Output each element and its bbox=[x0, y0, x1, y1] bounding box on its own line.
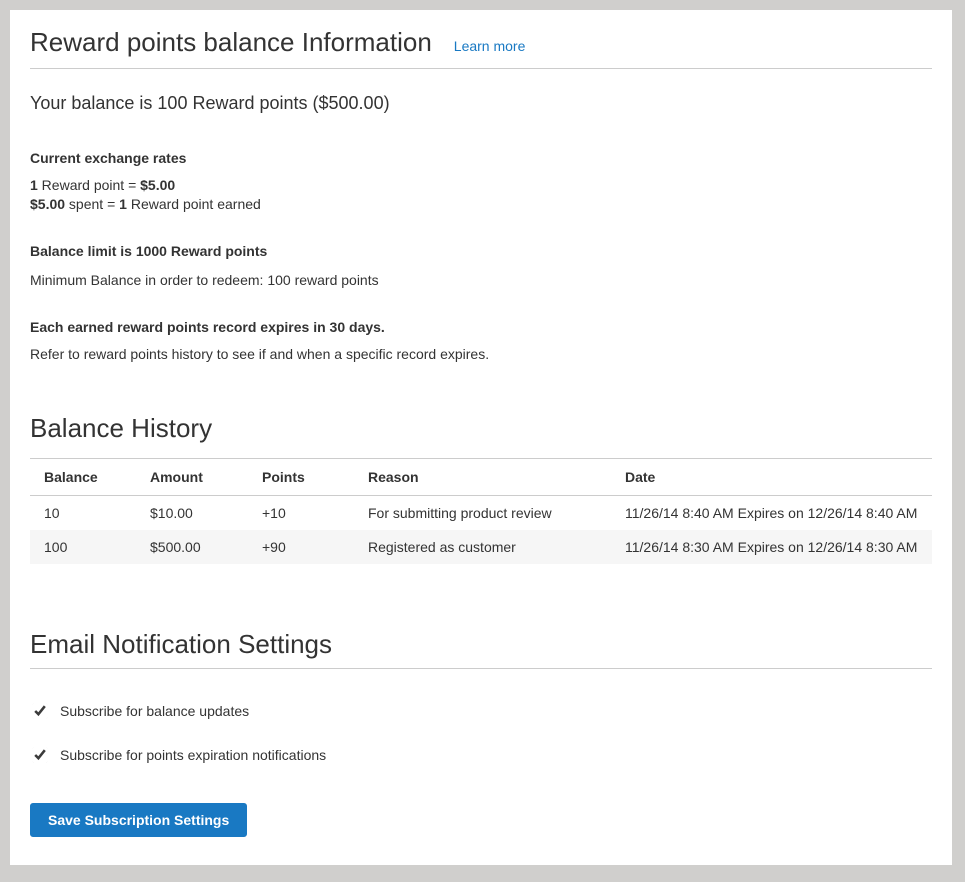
column-header-amount: Amount bbox=[136, 459, 248, 496]
page-header: Reward points balance Information Learn … bbox=[30, 26, 932, 58]
exchange-line2-bold2: 1 bbox=[119, 196, 127, 212]
column-header-points: Points bbox=[248, 459, 354, 496]
minimum-balance: Minimum Balance in order to redeem: 100 … bbox=[30, 271, 932, 290]
save-subscription-settings-button[interactable]: Save Subscription Settings bbox=[30, 803, 247, 837]
points-expiration-option[interactable]: Subscribe for points expiration notifica… bbox=[30, 747, 932, 763]
table-row: 100 $500.00 +90 Registered as customer 1… bbox=[30, 530, 932, 564]
cell-amount: $500.00 bbox=[136, 530, 248, 564]
balance-history-heading: Balance History bbox=[30, 412, 932, 444]
cell-reason: For submitting product review bbox=[354, 496, 611, 531]
email-notification-section: Email Notification Settings Subscribe fo… bbox=[30, 628, 932, 837]
exchange-line1-text: Reward point = bbox=[38, 177, 140, 193]
exchange-line1-bold2: $5.00 bbox=[140, 177, 175, 193]
expiry-rule: Each earned reward points record expires… bbox=[30, 318, 932, 337]
balance-history-table: Balance Amount Points Reason Date 10 $10… bbox=[30, 458, 932, 564]
balance-summary: Your balance is 100 Reward points ($500.… bbox=[30, 91, 932, 115]
balance-updates-label: Subscribe for balance updates bbox=[60, 703, 249, 719]
balance-limit: Balance limit is 1000 Reward points bbox=[30, 242, 932, 261]
expiry-note: Refer to reward points history to see if… bbox=[30, 345, 932, 364]
email-settings-divider bbox=[30, 668, 932, 669]
page-title: Reward points balance Information bbox=[30, 26, 432, 58]
cell-points: +10 bbox=[248, 496, 354, 531]
cell-points: +90 bbox=[248, 530, 354, 564]
cell-balance: 10 bbox=[30, 496, 136, 531]
balance-updates-checkbox[interactable] bbox=[32, 703, 48, 719]
table-row: 10 $10.00 +10 For submitting product rev… bbox=[30, 496, 932, 531]
reward-balance-card: Reward points balance Information Learn … bbox=[10, 10, 952, 865]
cell-reason: Registered as customer bbox=[354, 530, 611, 564]
exchange-rate-line-1: 1 Reward point = $5.00 bbox=[30, 176, 932, 195]
exchange-line2-bold1: $5.00 bbox=[30, 196, 65, 212]
column-header-date: Date bbox=[611, 459, 932, 496]
cell-amount: $10.00 bbox=[136, 496, 248, 531]
learn-more-link[interactable]: Learn more bbox=[454, 38, 526, 54]
cell-date: 11/26/14 8:40 AM Expires on 12/26/14 8:4… bbox=[611, 496, 932, 531]
exchange-line2-text2: Reward point earned bbox=[127, 196, 261, 212]
exchange-line2-text1: spent = bbox=[65, 196, 119, 212]
exchange-rates-heading: Current exchange rates bbox=[30, 149, 932, 168]
points-expiration-label: Subscribe for points expiration notifica… bbox=[60, 747, 326, 763]
column-header-reason: Reason bbox=[354, 459, 611, 496]
exchange-rate-line-2: $5.00 spent = 1 Reward point earned bbox=[30, 195, 932, 214]
points-expiration-checkbox[interactable] bbox=[32, 747, 48, 763]
cell-balance: 100 bbox=[30, 530, 136, 564]
exchange-line1-bold1: 1 bbox=[30, 177, 38, 193]
email-settings-heading: Email Notification Settings bbox=[30, 628, 932, 660]
balance-history-section: Balance History Balance Amount Points Re… bbox=[30, 412, 932, 564]
cell-date: 11/26/14 8:30 AM Expires on 12/26/14 8:3… bbox=[611, 530, 932, 564]
column-header-balance: Balance bbox=[30, 459, 136, 496]
exchange-rates: 1 Reward point = $5.00 $5.00 spent = 1 R… bbox=[30, 176, 932, 214]
header-divider bbox=[30, 68, 932, 69]
table-header-row: Balance Amount Points Reason Date bbox=[30, 459, 932, 496]
balance-updates-option[interactable]: Subscribe for balance updates bbox=[30, 703, 932, 719]
